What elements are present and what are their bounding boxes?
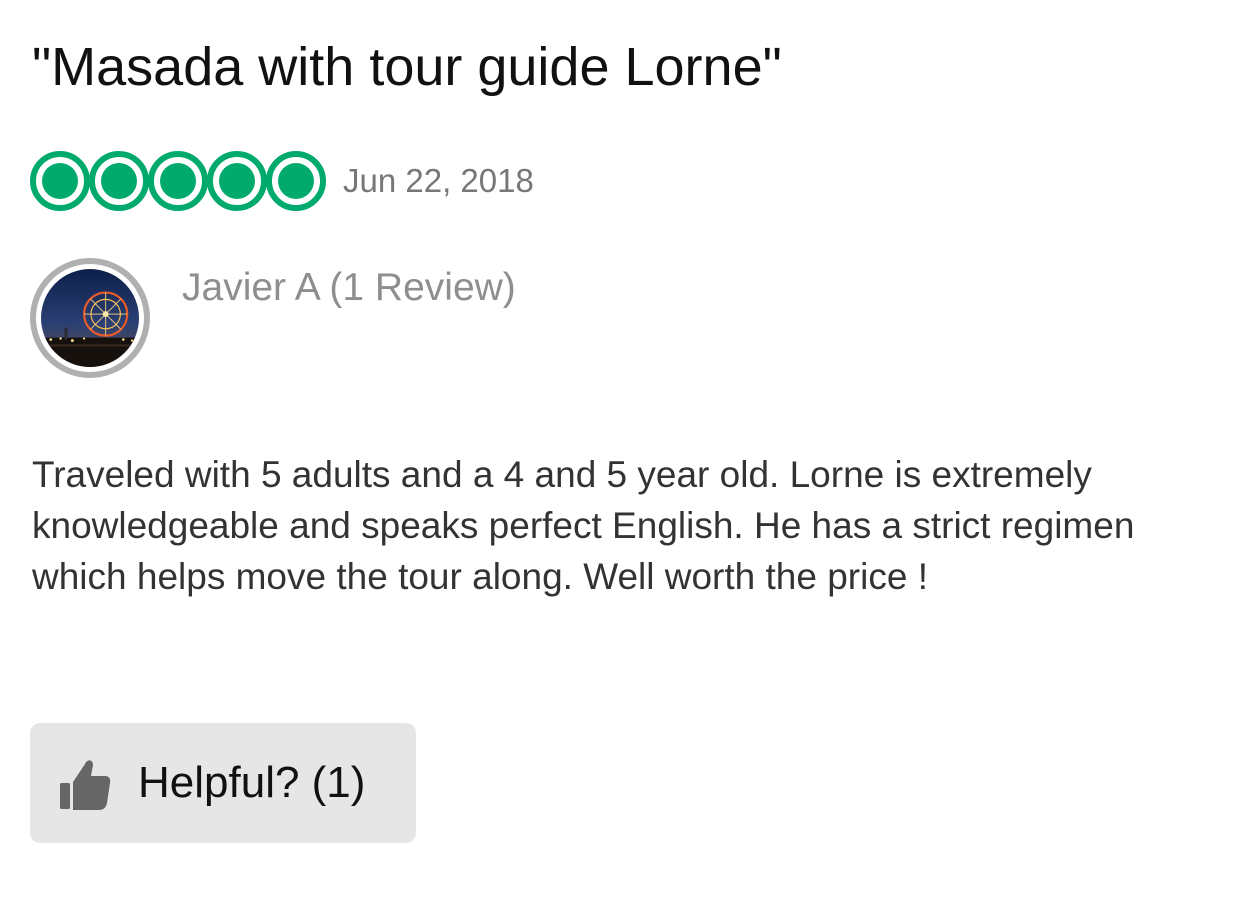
- rating-bubble-icon: [207, 151, 267, 211]
- bubble-rating: [30, 151, 326, 211]
- thumbs-up-icon: [60, 760, 111, 810]
- avatar[interactable]: [30, 258, 150, 378]
- reviewer-name[interactable]: Javier A (1 Review): [182, 264, 516, 312]
- rating-bubble-icon: [148, 151, 208, 211]
- review-title: "Masada with tour guide Lorne": [32, 37, 782, 97]
- rating-bubble-icon: [89, 151, 149, 211]
- ferris-wheel-photo-icon: [41, 269, 139, 367]
- review-date: Jun 22, 2018: [343, 162, 534, 199]
- rating-row: Jun 22, 2018: [30, 150, 534, 212]
- review-body: Traveled with 5 adults and a 4 and 5 yea…: [32, 454, 1135, 597]
- helpful-button[interactable]: Helpful? (1): [30, 723, 416, 843]
- rating-bubble-icon: [266, 151, 326, 211]
- rating-bubble-icon: [30, 151, 90, 211]
- reviewer-info: Javier A (1 Review): [30, 258, 516, 378]
- helpful-label: Helpful? (1): [138, 758, 366, 807]
